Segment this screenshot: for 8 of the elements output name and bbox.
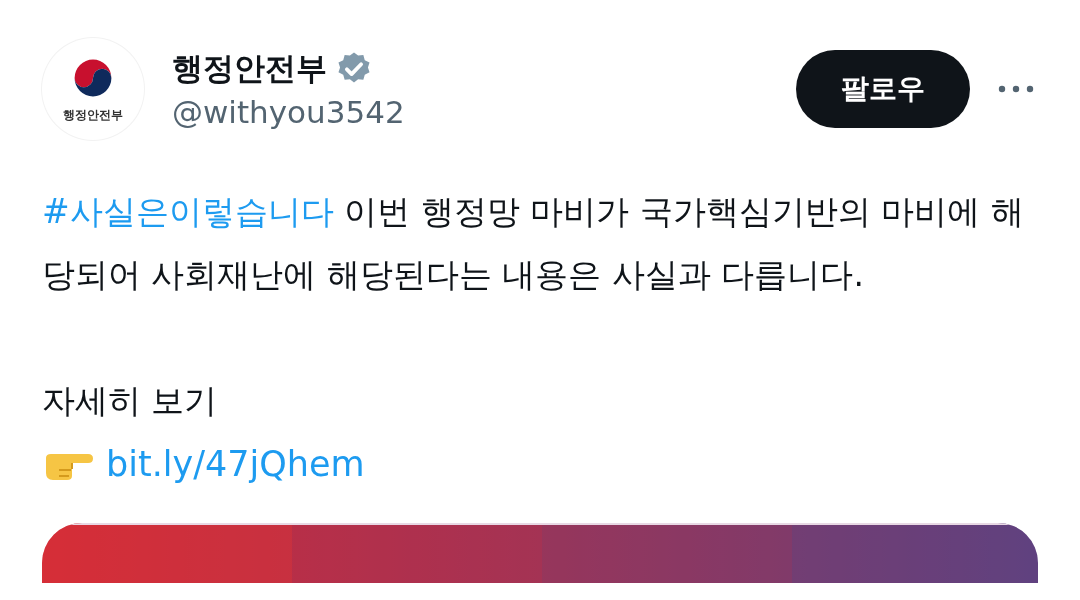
logo-text: 행정안전부: [63, 106, 123, 124]
post-text: #사실은이렇습니다 이번 행정망 마비가 국가핵심기반의 마비에 해당되어 사회재난에 해당된다는 내용은 사실과 다릅니다.: [42, 191, 1025, 296]
account-name[interactable]: 행정안전부: [172, 48, 327, 90]
follow-button[interactable]: 팔로우: [796, 50, 970, 128]
more-label: 자세히 보기: [42, 380, 219, 422]
account-handle[interactable]: @withyou3542: [172, 94, 796, 130]
more-options-icon[interactable]: [998, 85, 1034, 93]
ministry-logo[interactable]: 행정안전부: [42, 38, 144, 140]
